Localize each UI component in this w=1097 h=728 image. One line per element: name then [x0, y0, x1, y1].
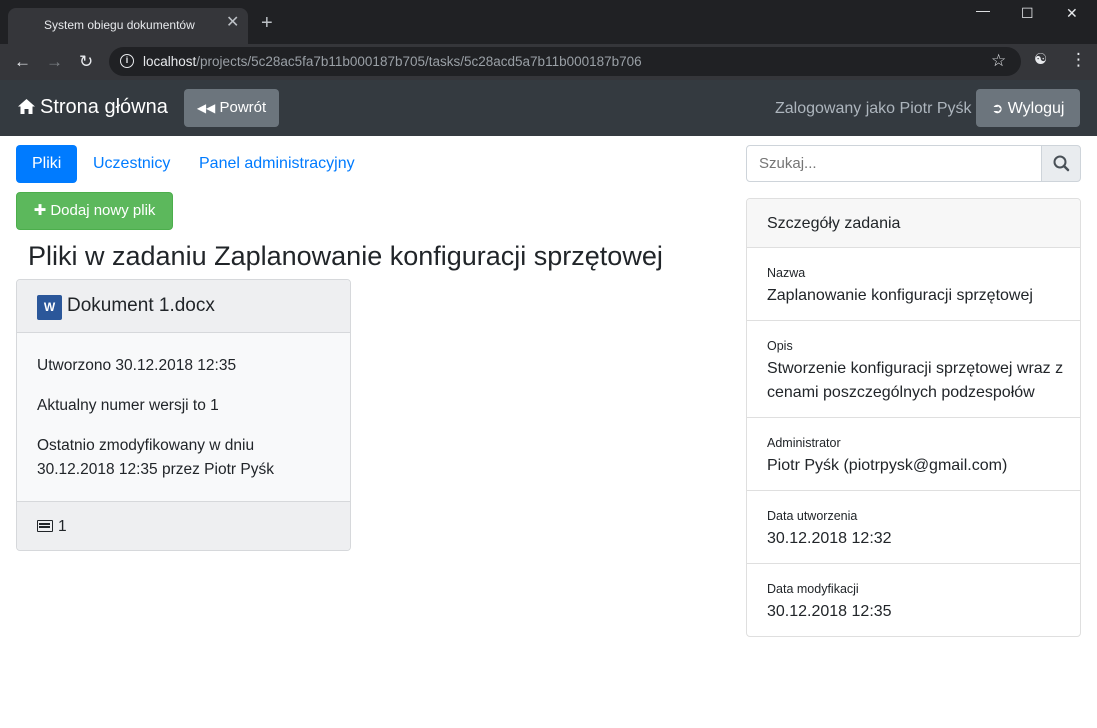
- browser-tab[interactable]: System obiegu dokumentów ✕: [8, 8, 248, 44]
- detail-label: Data modyfikacji: [767, 582, 859, 596]
- info-icon[interactable]: i: [120, 54, 134, 68]
- file-name-link[interactable]: Dokument 1.docx: [67, 295, 215, 317]
- file-card-footer: 1: [17, 501, 350, 550]
- forward-arrow-icon[interactable]: →: [46, 53, 63, 70]
- file-card: W Dokument 1.docx Utworzono 30.12.2018 1…: [16, 279, 351, 551]
- word-icon: W: [37, 295, 62, 320]
- search-button[interactable]: [1041, 145, 1081, 182]
- detail-row-admin: Administrator Piotr Pyśk (piotrpysk@gmai…: [747, 418, 1080, 491]
- bookmark-star-icon[interactable]: ☆: [991, 51, 1006, 71]
- home-icon: [18, 99, 35, 114]
- home-link[interactable]: Strona główna: [17, 96, 168, 119]
- maximize-icon[interactable]: ☐: [1021, 6, 1034, 20]
- double-left-arrow-icon: ◀◀: [196, 101, 216, 115]
- detail-value: Piotr Pyśk (piotrpysk@gmail.com): [767, 457, 1008, 474]
- browser-titlebar: System obiegu dokumentów ✕ + — ☐ ✕: [0, 0, 1097, 44]
- detail-row-created: Data utworzenia 30.12.2018 12:32: [747, 491, 1080, 564]
- task-details-panel: Szczegóły zadania Nazwa Zaplanowanie kon…: [746, 198, 1081, 637]
- detail-row-modified: Data modyfikacji 30.12.2018 12:35: [747, 564, 1080, 636]
- tab-admin-panel[interactable]: Panel administracyjny: [199, 145, 355, 183]
- new-tab-icon[interactable]: +: [261, 13, 273, 33]
- incognito-icon[interactable]: ☯: [1034, 52, 1047, 67]
- file-version: Aktualny numer wersji to 1: [37, 397, 219, 414]
- tab-files[interactable]: Pliki: [16, 145, 78, 183]
- browser-toolbar: ← → ↻ i localhost/projects/5c28ac5fa7b11…: [0, 44, 1097, 80]
- brand-label: Strona główna: [40, 96, 168, 118]
- back-button[interactable]: ◀◀ Powrót: [184, 89, 279, 127]
- detail-value: Zaplanowanie konfiguracji sprzętowej: [767, 287, 1033, 304]
- file-card-header: W Dokument 1.docx: [17, 280, 350, 333]
- search-icon: [1053, 155, 1070, 172]
- list-alt-icon[interactable]: [37, 520, 53, 532]
- search-input[interactable]: [746, 145, 1042, 182]
- logout-icon: ➲: [991, 100, 1004, 116]
- detail-value: Stworzenie konfiguracji sprzętowej wraz …: [767, 360, 1064, 401]
- detail-label: Data utworzenia: [767, 509, 858, 523]
- detail-value: 30.12.2018 12:35: [767, 603, 892, 620]
- menu-dots-icon[interactable]: ⋮: [1070, 51, 1087, 68]
- logout-button[interactable]: ➲ Wyloguj: [976, 89, 1080, 127]
- logout-button-label: Wyloguj: [1007, 100, 1065, 117]
- logged-in-text: Zalogowany jako Piotr Pyśk: [775, 100, 972, 117]
- detail-value: 30.12.2018 12:32: [767, 530, 892, 547]
- close-tab-icon[interactable]: ✕: [226, 15, 239, 31]
- address-bar[interactable]: i localhost/projects/5c28ac5fa7b11b00018…: [109, 47, 1021, 76]
- window-close-icon[interactable]: ✕: [1066, 6, 1078, 20]
- app-navbar: Strona główna ◀◀ Powrót Zalogowany jako …: [0, 80, 1097, 136]
- add-file-label: Dodaj nowy plik: [50, 202, 156, 219]
- file-modified-line1: Ostatnio zmodyfikowany w dniu: [37, 437, 255, 454]
- minimize-icon[interactable]: —: [976, 3, 990, 17]
- task-details-title: Szczegóły zadania: [767, 215, 901, 232]
- detail-row-description: Opis Stworzenie konfiguracji sprzętowej …: [747, 321, 1080, 418]
- page-title: Pliki w zadaniu Zaplanowanie konfiguracj…: [28, 241, 663, 271]
- back-button-label: Powrót: [219, 99, 267, 116]
- tab-participants[interactable]: Uczestnicy: [93, 145, 170, 183]
- file-created: Utworzono 30.12.2018 12:35: [37, 357, 237, 374]
- file-modified-line2: 30.12.2018 12:35 przez Piotr Pyśk: [37, 461, 274, 478]
- detail-label: Nazwa: [767, 266, 806, 280]
- url-text[interactable]: localhost/projects/5c28ac5fa7b11b000187b…: [143, 54, 642, 69]
- task-details-header: Szczegóły zadania: [747, 199, 1080, 248]
- detail-label: Opis: [767, 339, 793, 353]
- plus-icon: ✚: [33, 202, 47, 219]
- reload-icon[interactable]: ↻: [79, 53, 93, 70]
- detail-label: Administrator: [767, 436, 841, 450]
- add-file-button[interactable]: ✚ Dodaj nowy plik: [16, 192, 173, 230]
- versions-count[interactable]: 1: [58, 518, 67, 536]
- tab-title: System obiegu dokumentów: [44, 18, 195, 32]
- back-arrow-icon[interactable]: ←: [14, 53, 31, 70]
- detail-row-name: Nazwa Zaplanowanie konfiguracji sprzętow…: [747, 248, 1080, 321]
